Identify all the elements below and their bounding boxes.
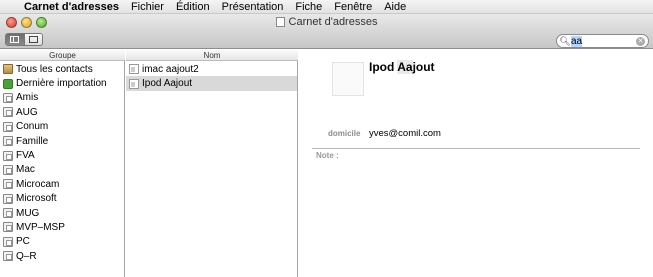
group-item-label: PC [16,236,30,248]
group-item[interactable]: Dernière importation [0,76,124,90]
group-icon [3,107,13,118]
group-icon [3,193,13,204]
menu-app[interactable]: Carnet d'adresses [22,0,125,14]
group-icon [3,136,13,147]
group-item[interactable]: Tous les contacts [0,62,124,76]
group-item[interactable]: Mac [0,163,124,177]
group-icon [3,208,13,219]
window-title: Carnet d'adresses [0,16,653,28]
email-field-value[interactable]: yves@comil.com [369,128,441,139]
address-book-icon [3,64,13,75]
group-item[interactable]: PC [0,235,124,249]
contact-list-item[interactable]: Ipod Aajout [126,76,297,91]
group-item-label: Q–R [16,250,37,262]
names-column-header[interactable]: Nom [126,50,298,61]
groups-panel: Groupe Tous les contacts Dernière importa… [0,50,125,277]
email-field-label: domicile [328,129,361,138]
contact-name-highlight: Aa [397,60,413,74]
group-item[interactable]: FVA [0,148,124,162]
view-mode-control [5,33,43,46]
contact-list-item-label: imac aajout2 [142,63,199,75]
group-icon [3,92,13,103]
note-label[interactable]: Note : [316,151,339,160]
contact-name-suffix: jout [412,60,435,74]
search-field[interactable]: 🔍︎ aa ✕ [556,34,649,48]
view-card-button[interactable] [23,34,42,45]
window-titlebar: Carnet d'adresses 🔍︎ aa ✕ [0,14,653,49]
group-item[interactable]: Famille [0,134,124,148]
group-item-label: FVA [16,150,35,162]
group-item[interactable]: Microcam [0,177,124,191]
group-item-label: Amis [16,92,39,104]
group-item-label: AUG [16,106,38,118]
clear-search-icon[interactable]: ✕ [636,37,645,46]
search-icon: 🔍︎ [559,35,571,46]
group-item-label: Conum [16,121,49,133]
menu-aide[interactable]: Aide [378,0,412,14]
contact-card-icon [129,64,139,75]
import-icon [3,78,13,89]
menu-presentation[interactable]: Présentation [216,0,290,14]
group-item[interactable]: Microsoft [0,192,124,206]
group-icon [3,251,13,262]
group-item[interactable]: MVP–MSP [0,220,124,234]
menu-fiche[interactable]: Fiche [289,0,328,14]
card-view-icon [28,36,38,43]
menu-fichier[interactable]: Fichier [125,0,170,14]
group-icon [3,150,13,161]
contact-name: Ipod Aajout [369,60,435,74]
group-icon [3,121,13,132]
groups-column-header[interactable]: Groupe [0,50,125,61]
divider [312,148,640,149]
group-item-label: Tous les contacts [16,63,93,75]
document-icon [275,17,285,27]
columns-view-icon [10,36,20,43]
group-item[interactable]: Conum [0,120,124,134]
contact-name-prefix: Ipod [369,60,398,74]
menu-fenetre[interactable]: Fenêtre [328,0,378,14]
contact-photo[interactable] [332,62,364,96]
group-item-label: Microsoft [16,193,57,205]
group-item[interactable]: Q–R [0,249,124,263]
search-input[interactable]: aa [571,35,583,47]
contact-list-item[interactable]: imac aajout2 [126,62,297,76]
group-icon [3,179,13,190]
menu-bar: Carnet d'adresses Fichier Édition Présen… [0,0,653,14]
names-panel: Nom imac aajout2 Ipod Aajout [126,50,298,277]
groups-list: Tous les contacts Dernière importation Ami… [0,62,124,263]
contact-card-icon [129,78,139,89]
view-columns-button[interactable] [6,34,24,45]
group-item-label: Famille [16,135,49,147]
group-item-label: MVP–MSP [16,221,65,233]
window-title-text: Carnet d'adresses [288,16,378,28]
group-icon [3,164,13,175]
names-list: imac aajout2 Ipod Aajout [126,62,297,91]
group-item[interactable]: AUG [0,105,124,119]
group-item-label: Dernière importation [16,78,107,90]
group-item-label: Mac [16,164,35,176]
group-item-label: MUG [16,207,40,219]
group-icon [3,222,13,233]
group-item[interactable]: MUG [0,206,124,220]
group-item-label: Microcam [16,178,60,190]
group-item[interactable]: Amis [0,91,124,105]
group-icon [3,236,13,247]
contact-card: Ipod Aajout domicile yves@comil.com Note… [299,50,653,277]
menu-edition[interactable]: Édition [170,0,216,14]
contact-list-item-label: Ipod Aajout [142,78,193,90]
